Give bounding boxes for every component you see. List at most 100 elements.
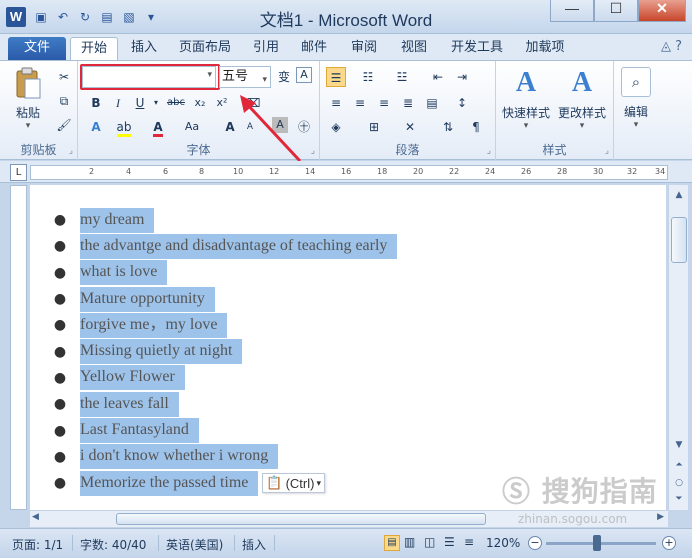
align-center-icon[interactable]: ≡ [350,93,370,113]
zoom-slider-track[interactable] [546,542,656,545]
horizontal-scroll-thumb[interactable] [116,513,486,525]
justify-icon[interactable]: ≣ [398,93,418,113]
outline-view-icon[interactable]: ☰ [444,535,455,549]
change-styles-button[interactable]: A 更改样式 ▾ [554,67,610,131]
font-size-combobox[interactable]: 五号 ▾ [219,66,271,88]
bullets-icon[interactable]: ☰ [326,67,346,87]
minimize-button[interactable]: — [550,0,594,22]
tab-addins[interactable]: 加载项 [518,37,572,60]
scroll-down-icon[interactable]: ▼ [671,437,687,453]
font-color-icon[interactable]: A [148,117,168,137]
vertical-scroll-thumb[interactable] [671,217,687,263]
list-item[interactable]: ● Missing quietly at night [40,338,397,365]
zoom-slider-thumb[interactable] [593,535,601,551]
close-button[interactable]: ✕ [638,0,686,22]
clipboard-launcher-icon[interactable]: ⌟ [69,146,73,156]
numbering-icon[interactable]: ☷ [358,67,378,87]
list-item-text[interactable]: the advantge and disadvantage of teachin… [80,233,398,259]
zoom-in-icon[interactable]: + [662,536,676,550]
tab-selector[interactable]: L [10,164,27,181]
next-page-icon[interactable]: ⏷ [671,491,687,507]
paragraph-launcher-icon[interactable]: ⌟ [487,146,491,156]
previous-page-icon[interactable]: ⏶ [671,457,687,473]
text-effect-icon[interactable]: A [86,117,106,137]
align-left-icon[interactable]: ≡ [326,93,346,113]
list-item[interactable]: ● what is love [40,260,397,286]
print-layout-view-icon[interactable]: ▤ [384,535,400,551]
tab-mailings[interactable]: 邮件 [294,37,334,60]
paste-button[interactable]: 粘贴 ▾ [8,67,48,131]
increase-indent-icon[interactable]: ⇥ [452,67,472,87]
copy-icon[interactable]: ⧉ [54,91,74,111]
list-item[interactable]: ● forgive me，my love [40,312,397,338]
format-painter-icon[interactable]: 🖌 [54,115,74,135]
bold-icon[interactable]: B [86,93,106,113]
horizontal-ruler[interactable]: 2 4 6 8 10 12 14 16 18 20 22 24 26 28 30… [30,165,668,180]
list-item[interactable]: ● i don't know whether i wrong [40,444,397,470]
list-item-text[interactable]: Memorize the passed time [80,470,259,496]
paste-options-button[interactable]: 📋 (Ctrl) ▾ [262,473,325,494]
insert-mode-indicator[interactable]: 插入 [242,536,266,553]
subscript-icon[interactable]: x₂ [190,93,210,113]
language-indicator[interactable]: 英语(美国) [166,536,223,553]
decrease-indent-icon[interactable]: ⇤ [428,67,448,87]
list-item[interactable]: ● Mature opportunity [40,286,397,312]
select-browse-object-icon[interactable]: ○ [671,475,687,491]
tab-view[interactable]: 视图 [394,37,434,60]
tab-file[interactable]: 文件 [8,37,66,60]
strikethrough-icon[interactable]: abc [166,93,186,113]
chevron-down-icon[interactable]: ▾ [146,93,166,113]
ribbon-help-icon[interactable]: ◬ ? [661,39,682,54]
line-spacing-icon[interactable]: ↕ [452,93,472,113]
list-item-text[interactable]: what is love [80,260,168,286]
list-item[interactable]: ● Memorize the passed time 📋 (Ctrl) ▾ [40,470,397,496]
list-item-text[interactable]: Missing quietly at night [80,339,243,365]
tab-home[interactable]: 开始 [70,37,118,60]
cut-icon[interactable]: ✂ [54,67,74,87]
list-item-text[interactable]: forgive me，my love [80,312,228,338]
list-item[interactable]: ● the leaves fall [40,391,397,417]
styles-launcher-icon[interactable]: ⌟ [605,146,609,156]
page-count[interactable]: 页面: 1/1 [12,536,63,553]
superscript-icon[interactable]: x² [212,93,232,113]
scroll-left-icon[interactable]: ◀ [32,512,39,522]
list-item-text[interactable]: i don't know whether i wrong [80,444,279,470]
char-border-icon[interactable]: A [296,67,312,83]
quick-styles-button[interactable]: A 快速样式 ▾ [500,67,552,131]
list-item-text[interactable]: the leaves fall [80,391,179,417]
tab-page-layout[interactable]: 页面布局 [172,37,238,60]
highlight-color-icon[interactable]: ab [114,117,134,137]
chinese-layout-icon[interactable]: ✕ [400,117,420,137]
distributed-icon[interactable]: ▤ [422,93,442,113]
document-page[interactable]: ● my dream ● the advantge and disadvantage… [30,185,666,510]
italic-icon[interactable]: I [108,93,128,113]
change-case-aa-icon[interactable]: Aa [182,117,202,137]
align-right-icon[interactable]: ≡ [374,93,394,113]
list-item[interactable]: ● my dream [40,207,397,233]
borders-icon[interactable]: ⊞ [364,117,384,137]
zoom-out-icon[interactable]: − [528,536,542,550]
change-case-icon[interactable]: 变 [274,67,294,87]
paragraph-shading-icon[interactable]: ◈ [326,117,346,137]
list-item[interactable]: ● Last Fantasyland [40,417,397,444]
scroll-right-icon[interactable]: ▶ [657,512,664,522]
list-item-text[interactable]: Yellow Flower [80,365,185,391]
chevron-down-icon[interactable]: ▾ [262,70,267,90]
sort-icon[interactable]: ⇅ [438,117,458,137]
scroll-up-icon[interactable]: ▲ [671,187,687,203]
show-marks-icon[interactable]: ¶ [466,117,486,137]
tab-insert[interactable]: 插入 [122,37,166,60]
list-item[interactable]: ● Yellow Flower [40,365,397,391]
tab-review[interactable]: 审阅 [344,37,384,60]
word-count[interactable]: 字数: 40/40 [80,536,146,553]
tab-references[interactable]: 引用 [246,37,286,60]
list-item[interactable]: ● the advantge and disadvantage of teachi… [40,233,398,259]
multilevel-list-icon[interactable]: ☳ [392,67,412,87]
list-item-text[interactable]: my dream [80,207,155,233]
zoom-level[interactable]: 120% [486,536,520,550]
web-layout-icon[interactable]: ◫ [424,535,435,549]
tab-developer[interactable]: 开发工具 [444,37,510,60]
list-item-text[interactable]: Last Fantasyland [80,418,199,444]
maximize-button[interactable]: ☐ [594,0,638,22]
draft-view-icon[interactable]: ≡ [464,535,474,549]
